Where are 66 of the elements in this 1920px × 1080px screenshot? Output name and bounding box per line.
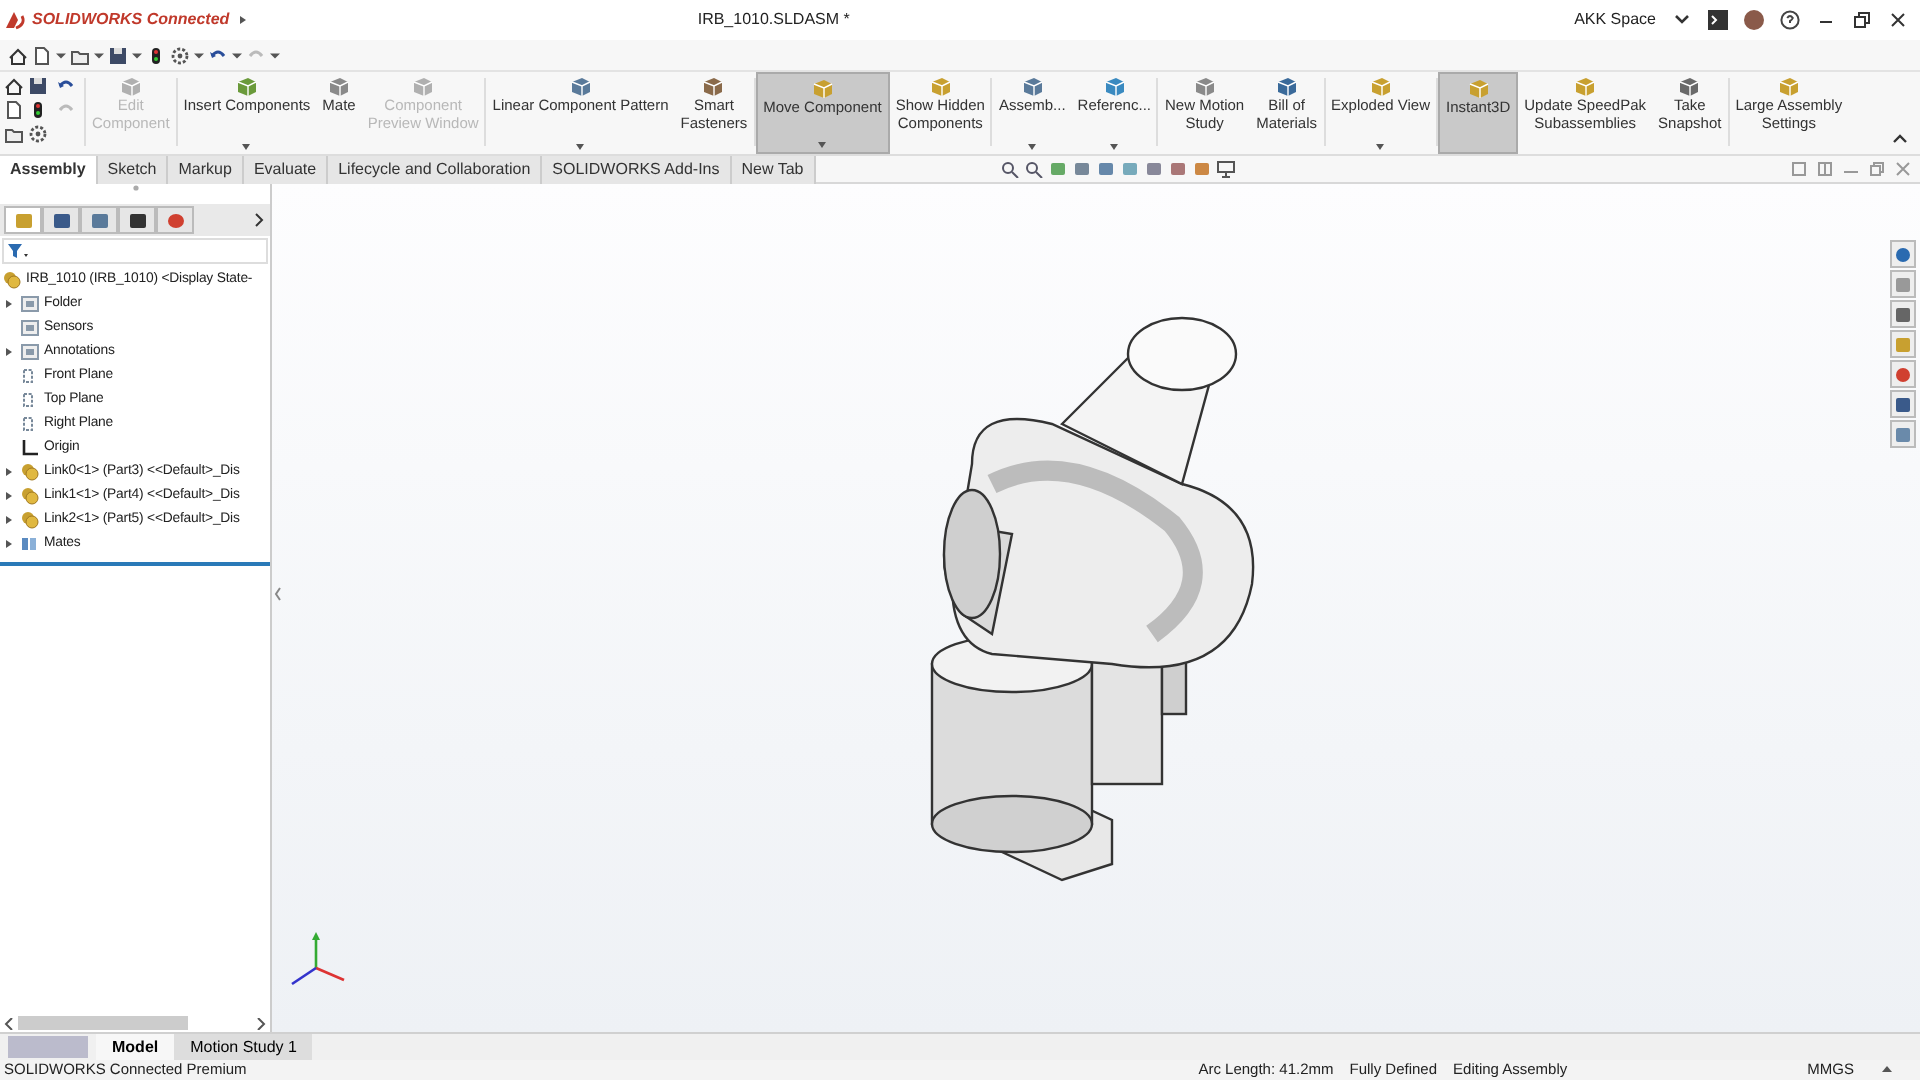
panel-collapse-icon[interactable] — [274, 584, 282, 604]
bottom-tab[interactable]: Model — [96, 1034, 175, 1060]
collapsed-arrow-icon[interactable] — [4, 538, 16, 550]
collapse-ribbon-icon[interactable] — [1892, 132, 1908, 144]
tile-icon[interactable] — [1816, 160, 1834, 178]
scroll-right-icon — [256, 1017, 266, 1029]
file-explorer-tab[interactable] — [1890, 300, 1916, 328]
collapsed-arrow-icon[interactable] — [4, 298, 16, 310]
workspace-name: AKK Space — [1574, 8, 1656, 32]
collapsed-arrow-icon[interactable] — [4, 466, 16, 478]
folder-icon — [20, 294, 40, 314]
new-document-icon[interactable] — [32, 45, 52, 65]
open-folder-icon[interactable] — [70, 45, 90, 65]
home-icon[interactable] — [4, 76, 24, 96]
close-icon[interactable] — [1888, 10, 1908, 30]
open-folder-icon[interactable] — [4, 124, 24, 144]
configuration-manager-tab[interactable] — [80, 206, 118, 234]
assembly-icon — [2, 270, 22, 290]
filter-icon — [8, 243, 28, 259]
property-manager-tab[interactable] — [42, 206, 80, 234]
filter-field[interactable] — [2, 238, 268, 264]
ribbon-tab[interactable]: Evaluate — [243, 155, 329, 183]
display-manager-tab[interactable] — [156, 206, 194, 234]
help-icon[interactable] — [1780, 10, 1800, 30]
restore-pane-icon[interactable] — [1790, 160, 1808, 178]
custom-properties-tab[interactable] — [1890, 390, 1916, 418]
save-icon[interactable] — [108, 45, 128, 65]
collapsed-arrow-icon[interactable] — [4, 346, 16, 358]
sensor-icon — [20, 318, 40, 338]
chevron-right-icon[interactable] — [250, 212, 266, 228]
gear-icon[interactable] — [170, 45, 190, 65]
app-brand: SOLIDWORKS Connected — [32, 8, 230, 32]
dimxpert-tab[interactable] — [118, 206, 156, 234]
home-icon[interactable] — [8, 45, 28, 65]
horizontal-scrollbar[interactable] — [0, 1014, 270, 1032]
ribbon-tab[interactable]: Lifecycle and Collaboration — [328, 155, 543, 183]
traffic-light-icon[interactable] — [146, 45, 166, 65]
scroll-left-icon — [4, 1017, 14, 1029]
collapsed-arrow-icon[interactable] — [4, 490, 16, 502]
logo-icon — [4, 10, 28, 30]
save-icon[interactable] — [28, 76, 48, 96]
mates-icon — [20, 534, 40, 554]
restore-icon[interactable] — [1852, 10, 1872, 30]
ribbon-tab[interactable]: SOLIDWORKS Add-Ins — [542, 155, 732, 183]
caret-up-icon[interactable] — [1882, 1066, 1892, 1074]
window-title: IRB_1010.SLDASM * — [695, 8, 852, 32]
ribbon-tab[interactable]: Markup — [168, 155, 244, 183]
gear-icon[interactable] — [28, 124, 48, 144]
avatar-icon[interactable] — [1744, 10, 1764, 30]
collapsed-arrow-icon[interactable] — [4, 514, 16, 526]
ribbon-tab[interactable]: Assembly — [0, 155, 98, 183]
grip-icon[interactable] — [131, 184, 139, 192]
annotation-icon — [20, 342, 40, 362]
bottom-tab[interactable]: Motion Study 1 — [174, 1034, 313, 1060]
forum-tab[interactable] — [1890, 420, 1916, 448]
ribbon-tab[interactable]: New Tab — [731, 155, 816, 183]
resources-tab[interactable] — [1890, 240, 1916, 268]
monitor-icon[interactable] — [1215, 160, 1236, 178]
ribbon-tab[interactable]: Sketch — [97, 155, 169, 183]
zoom-icon[interactable] — [999, 160, 1020, 178]
new-document-icon[interactable] — [4, 100, 24, 120]
traffic-light-icon[interactable] — [28, 100, 48, 120]
appearances-tab[interactable] — [1890, 360, 1916, 388]
zoom-area-icon[interactable] — [1023, 160, 1044, 178]
origin-icon — [20, 438, 40, 458]
terminal-icon[interactable] — [1708, 10, 1728, 30]
